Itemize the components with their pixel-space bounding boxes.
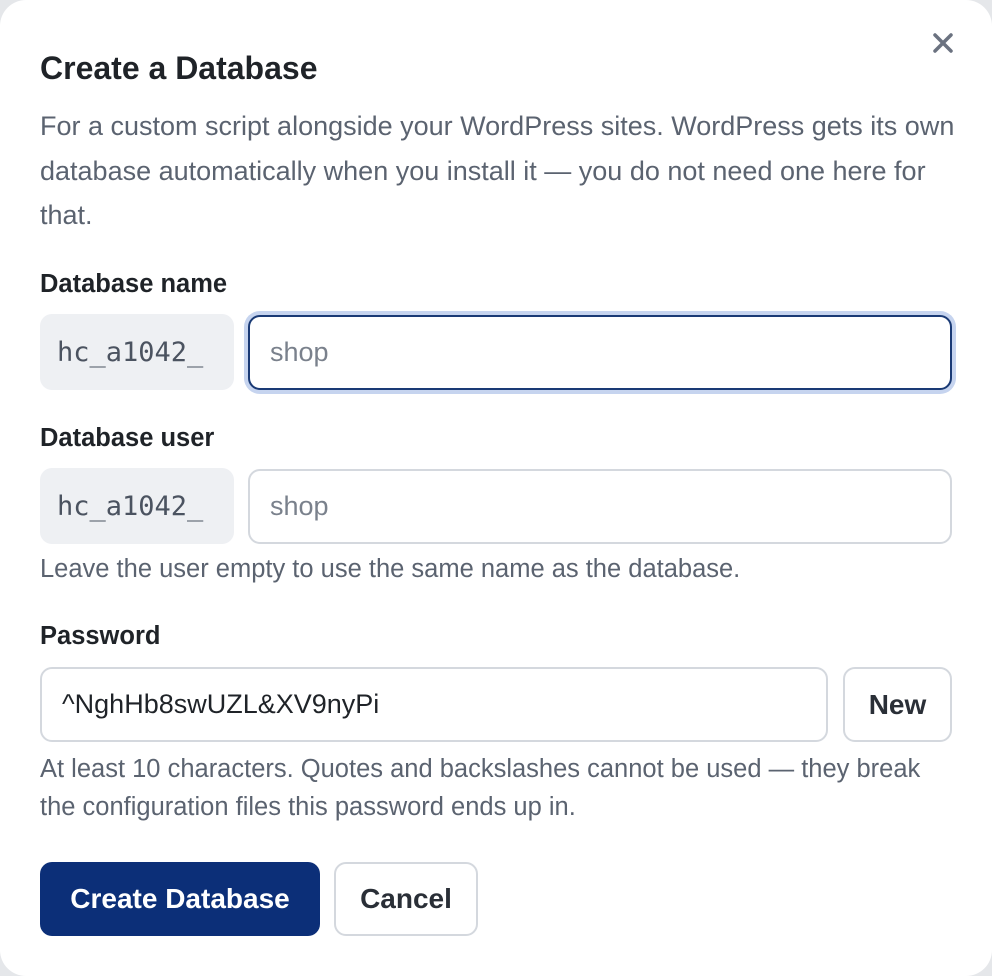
- close-button[interactable]: [926, 26, 960, 60]
- database-name-label: Database name: [40, 270, 228, 298]
- dialog-title: Create a Database: [40, 50, 318, 86]
- database-user-input[interactable]: [248, 469, 952, 544]
- new-password-button[interactable]: New: [843, 667, 952, 742]
- dialog-description: For a custom script alongside your WordP…: [40, 111, 955, 230]
- database-user-prefix: hc_a1042_: [40, 468, 234, 544]
- create-database-dialog: Create a Database For a custom script al…: [0, 0, 992, 976]
- database-name-prefix: hc_a1042_: [40, 314, 234, 390]
- close-icon: [933, 33, 953, 53]
- database-user-hint: Leave the user empty to use the same nam…: [40, 555, 741, 583]
- database-user-label: Database user: [40, 424, 215, 452]
- password-hint: At least 10 characters. Quotes and backs…: [40, 755, 921, 821]
- database-name-input[interactable]: [248, 315, 952, 390]
- create-database-button[interactable]: Create Database: [40, 862, 320, 936]
- cancel-button[interactable]: Cancel: [334, 862, 478, 936]
- password-input[interactable]: [40, 667, 828, 742]
- password-label: Password: [40, 622, 161, 650]
